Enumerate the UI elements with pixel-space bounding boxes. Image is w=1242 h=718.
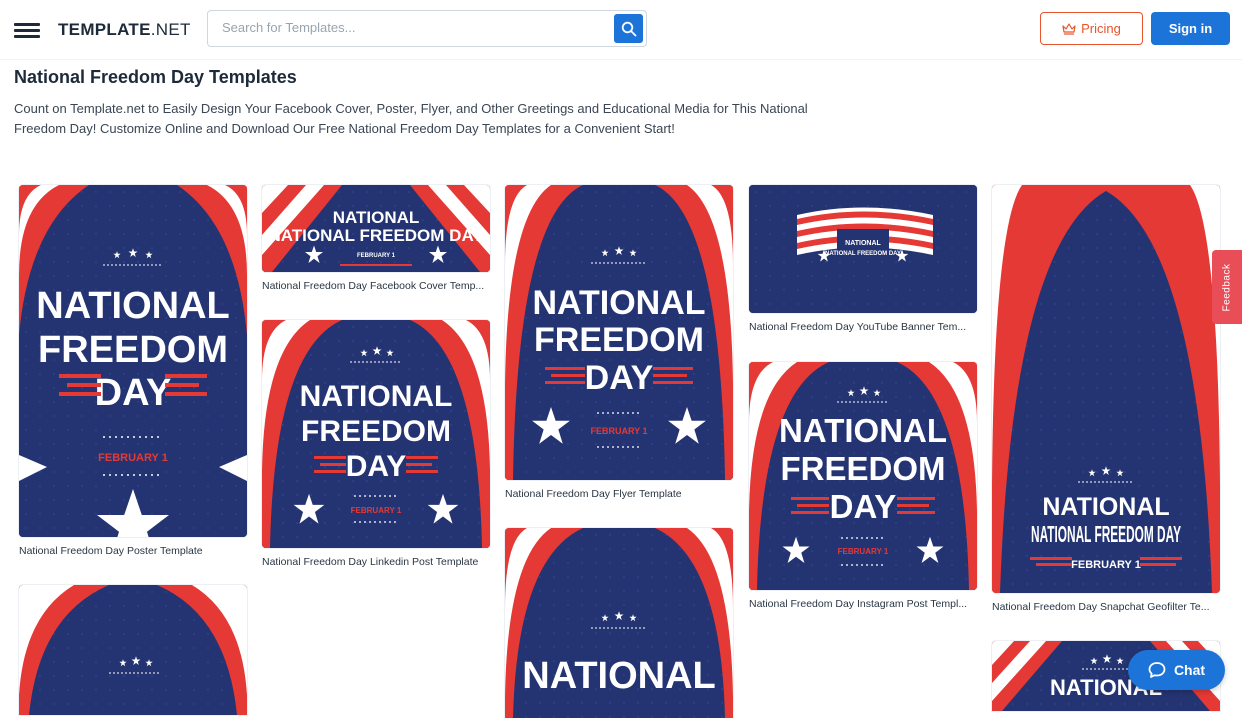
top-navbar: TEMPLATE.NET Pricing Sign in xyxy=(0,0,1242,60)
site-logo[interactable]: TEMPLATE.NET xyxy=(58,20,191,40)
template-caption[interactable]: National Freedom Day Poster Template xyxy=(19,545,247,557)
template-thumbnail[interactable]: NATIONAL FREEDOM DAY FEBRUARY 1 xyxy=(262,320,490,548)
template-thumbnail[interactable]: NATIONAL NATIONAL FREEDOM DAY xyxy=(749,185,977,313)
template-thumbnail[interactable]: NATIONAL xyxy=(505,528,733,718)
template-caption[interactable]: National Freedom Day Facebook Cover Temp… xyxy=(262,280,490,292)
svg-text:FREEDOM: FREEDOM xyxy=(781,450,946,487)
template-thumbnail[interactable]: NATIONAL FREEDOM DAY FEBRUARY 1 xyxy=(749,362,977,590)
svg-text:FREEDOM: FREEDOM xyxy=(38,329,228,371)
svg-text:DAY: DAY xyxy=(95,372,172,414)
pricing-button[interactable]: Pricing xyxy=(1040,12,1143,45)
menu-icon[interactable] xyxy=(14,23,40,39)
crown-icon xyxy=(1062,22,1076,35)
template-card-flyer[interactable]: NATIONAL FREEDOM DAY FEBRUARY 1 National… xyxy=(505,185,733,500)
svg-text:NATIONAL: NATIONAL xyxy=(300,380,453,413)
template-card-youtube-banner[interactable]: NATIONAL NATIONAL FREEDOM DAY National F… xyxy=(749,185,977,333)
template-caption[interactable]: National Freedom Day YouTube Banner Tem.… xyxy=(749,321,977,333)
template-card-linkedin-post[interactable]: NATIONAL FREEDOM DAY FEBRUARY 1 National… xyxy=(262,320,490,568)
search-button[interactable] xyxy=(614,14,643,43)
svg-text:FEBRUARY 1: FEBRUARY 1 xyxy=(98,452,168,464)
svg-text:NATIONAL: NATIONAL xyxy=(779,412,947,449)
svg-text:NATIONAL: NATIONAL xyxy=(333,208,420,227)
template-card-poster[interactable]: NATIONAL FREEDOM DAY FEBRUARY 1 National… xyxy=(19,185,247,557)
svg-text:NATIONAL: NATIONAL xyxy=(845,240,881,247)
svg-text:FEBRUARY 1: FEBRUARY 1 xyxy=(351,506,402,515)
template-card-facebook-cover[interactable]: NATIONAL NATIONAL FREEDOM DAY FEBRUARY 1… xyxy=(262,185,490,292)
svg-text:NATIONAL: NATIONAL xyxy=(522,655,716,697)
page-description: Count on Template.net to Easily Design Y… xyxy=(14,101,808,136)
template-caption[interactable]: National Freedom Day Flyer Template xyxy=(505,488,733,500)
chat-button[interactable]: Chat xyxy=(1128,650,1225,690)
svg-text:FEBRUARY 1: FEBRUARY 1 xyxy=(590,426,647,436)
template-card-snapchat-geofilter[interactable]: NATIONAL NATIONAL FREEDOM DAY FEBRUARY 1… xyxy=(992,185,1220,613)
chat-label: Chat xyxy=(1173,662,1206,678)
template-card-partial[interactable] xyxy=(19,585,247,715)
svg-text:FEBRUARY 1: FEBRUARY 1 xyxy=(357,253,396,259)
search-bar xyxy=(207,10,647,47)
svg-text:NATIONAL: NATIONAL xyxy=(36,285,230,327)
template-thumbnail[interactable] xyxy=(19,585,247,715)
template-caption[interactable]: National Freedom Day Instagram Post Temp… xyxy=(749,598,977,610)
svg-text:NATIONAL FREEDOM DAY: NATIONAL FREEDOM DAY xyxy=(268,226,484,245)
svg-text:FEBRUARY 1: FEBRUARY 1 xyxy=(838,547,889,556)
svg-text:NATIONAL FREEDOM DAY: NATIONAL FREEDOM DAY xyxy=(825,251,901,257)
template-thumbnail[interactable]: NATIONAL NATIONAL FREEDOM DAY FEBRUARY 1 xyxy=(992,185,1220,593)
svg-text:FREEDOM: FREEDOM xyxy=(534,321,704,359)
svg-text:FEBRUARY 1: FEBRUARY 1 xyxy=(1071,559,1141,571)
chat-bubble-icon xyxy=(1148,662,1166,678)
template-thumbnail[interactable]: NATIONAL FREEDOM DAY FEBRUARY 1 xyxy=(505,185,733,480)
template-thumbnail[interactable]: NATIONAL FREEDOM DAY FEBRUARY 1 xyxy=(19,185,247,537)
svg-text:DAY: DAY xyxy=(346,450,407,483)
feedback-tab[interactable]: Feedback xyxy=(1212,250,1242,324)
search-icon xyxy=(621,21,636,36)
svg-text:DAY: DAY xyxy=(585,359,654,397)
template-caption[interactable]: National Freedom Day Linkedin Post Templ… xyxy=(262,556,490,568)
svg-text:NATIONAL: NATIONAL xyxy=(1042,493,1169,521)
template-caption[interactable]: National Freedom Day Snapchat Geofilter … xyxy=(992,601,1220,613)
svg-text:NATIONAL FREEDOM DAY: NATIONAL FREEDOM DAY xyxy=(1031,521,1181,547)
svg-text:DAY: DAY xyxy=(830,488,897,525)
template-thumbnail[interactable]: NATIONAL NATIONAL FREEDOM DAY FEBRUARY 1 xyxy=(262,185,490,272)
svg-text:NATIONAL: NATIONAL xyxy=(532,284,705,322)
pricing-label: Pricing xyxy=(1081,21,1121,36)
search-input[interactable] xyxy=(222,20,602,35)
sign-in-button[interactable]: Sign in xyxy=(1151,12,1230,45)
page-title: National Freedom Day Templates xyxy=(14,67,297,87)
template-card-instagram-post[interactable]: NATIONAL FREEDOM DAY FEBRUARY 1 National… xyxy=(749,362,977,610)
template-card-partial[interactable]: NATIONAL xyxy=(505,528,733,718)
svg-text:FREEDOM: FREEDOM xyxy=(301,415,451,448)
